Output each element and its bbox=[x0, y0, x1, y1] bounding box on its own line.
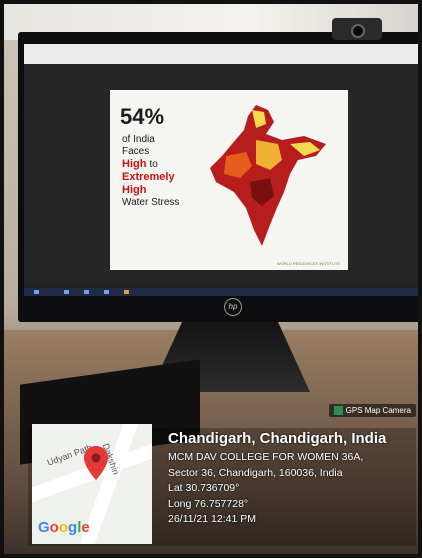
windows-taskbar bbox=[24, 288, 418, 296]
webcam-lens bbox=[351, 24, 365, 38]
timestamp: 26/11/21 12:41 PM bbox=[168, 513, 256, 525]
map-pin-icon bbox=[84, 446, 108, 480]
media-player: 54% of India Faces High to Extremely Hig… bbox=[24, 64, 418, 284]
webcam bbox=[332, 18, 382, 40]
taskbar-app-icon[interactable] bbox=[84, 290, 89, 294]
hp-logo: hp bbox=[224, 298, 242, 316]
wri-logo-text: WORLD RESOURCES INSTITUTE bbox=[276, 261, 340, 266]
mini-map: Udyan Path Dakshin Marg Google bbox=[32, 424, 152, 544]
location-city: Chandigarh, Chandigarh, India bbox=[168, 430, 387, 447]
taskbar-app-icon[interactable] bbox=[124, 290, 129, 294]
slide-percent: 54% bbox=[120, 104, 165, 129]
slide-line: of India bbox=[122, 134, 155, 145]
latitude: Lat 30.736709° bbox=[168, 482, 240, 494]
presentation-slide: 54% of India Faces High to Extremely Hig… bbox=[110, 90, 348, 270]
photo: 54% of India Faces High to Extremely Hig… bbox=[0, 0, 422, 558]
address-line: Sector 36, Chandigarh, 160036, India bbox=[168, 466, 343, 479]
taskbar-app-icon[interactable] bbox=[104, 290, 109, 294]
gps-camera-label: GPS Map Camera bbox=[345, 406, 411, 415]
india-water-stress-map bbox=[210, 105, 326, 246]
longitude: Long 76.757728° bbox=[168, 497, 249, 510]
address-line: MCM DAV COLLEGE FOR WOMEN 36A, bbox=[168, 451, 364, 463]
location-info: Chandigarh, Chandigarh, India MCM DAV CO… bbox=[168, 430, 386, 528]
slide-line: Water Stress bbox=[122, 197, 180, 208]
slide-line: Faces bbox=[122, 146, 150, 157]
google-logo: Google bbox=[38, 519, 90, 536]
start-icon[interactable] bbox=[34, 290, 39, 294]
player-titlebar bbox=[24, 44, 418, 64]
gps-camera-tag: GPS Map Camera bbox=[328, 404, 416, 417]
monitor-screen: 54% of India Faces High to Extremely Hig… bbox=[24, 44, 418, 296]
slide-line-highlight: High to bbox=[122, 158, 158, 170]
slide-line-highlight: High bbox=[122, 184, 147, 196]
slide-line-highlight: Extremely bbox=[122, 171, 175, 183]
taskbar-app-icon[interactable] bbox=[64, 290, 69, 294]
photo-icon bbox=[333, 406, 343, 415]
